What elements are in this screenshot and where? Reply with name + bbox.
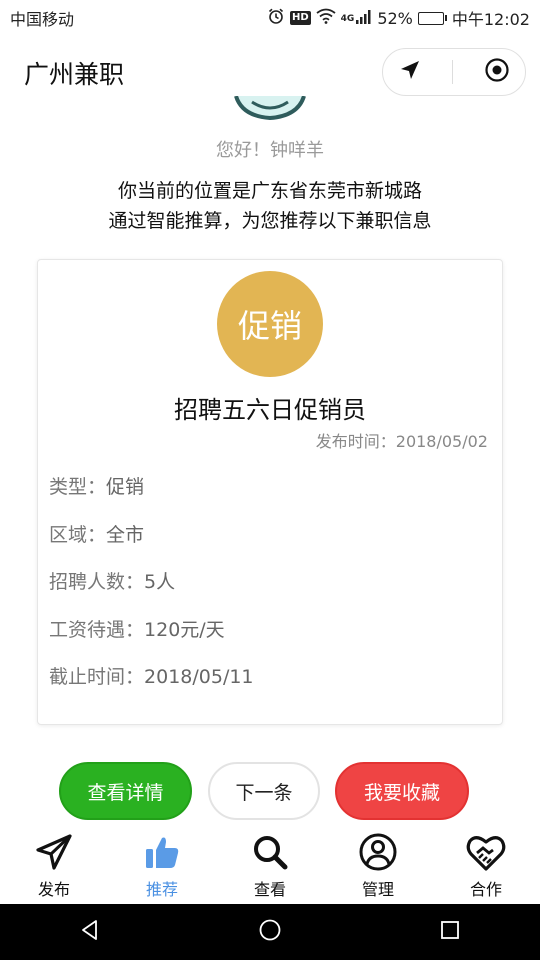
category-badge: 促销 (217, 271, 323, 377)
network-type: 4G (340, 14, 355, 24)
search-icon (248, 830, 292, 874)
system-nav-bar (0, 904, 540, 960)
field-value: 全市 (106, 524, 145, 546)
field-label: 截止时间： (49, 666, 145, 688)
wifi-icon (316, 8, 336, 28)
field-label: 工资待遇： (49, 619, 145, 641)
field-area: 区域：全市 (49, 520, 144, 547)
publish-time: 发布时间：2018/05/02 (315, 432, 488, 451)
field-value: 2018/05/11 (144, 666, 254, 688)
field-label: 招聘人数： (49, 571, 145, 593)
status-left: 中国移动 (10, 6, 74, 30)
job-card[interactable]: 促销 招聘五六日促销员 发布时间：2018/05/02 类型：促销 区域：全市 … (37, 259, 503, 725)
next-button[interactable]: 下一条 (208, 762, 320, 820)
location-arrow-icon[interactable] (398, 58, 422, 86)
hd-badge: HD (289, 11, 311, 25)
tab-label: 发布 (37, 880, 70, 899)
signal-icon (356, 9, 372, 28)
user-circle-icon (356, 830, 400, 874)
field-value: 120元/天 (144, 619, 225, 641)
capsule-divider (452, 60, 454, 84)
field-deadline: 截止时间：2018/05/11 (49, 662, 254, 689)
alarm-icon (267, 7, 285, 29)
battery-percent: 52% (377, 8, 413, 28)
field-label: 区域： (49, 524, 107, 546)
home-icon[interactable] (258, 918, 282, 946)
field-value: 5人 (144, 571, 176, 593)
avatar (232, 96, 308, 124)
location-message: 你当前的位置是广东省东莞市新城路 通过智能推算，为您推荐以下兼职信息 (0, 176, 540, 236)
carrier-name: 中国移动 (10, 10, 75, 29)
job-title: 招聘五六日促销员 (174, 396, 366, 424)
location-line-2: 通过智能推算，为您推荐以下兼职信息 (108, 210, 432, 232)
favorite-button[interactable]: 我要收藏 (335, 762, 469, 820)
tab-label: 合作 (469, 880, 502, 899)
field-salary: 工资待遇：120元/天 (49, 615, 225, 642)
handshake-icon (464, 830, 508, 874)
page-title: 广州兼职 (24, 60, 125, 89)
tab-label: 管理 (361, 880, 394, 899)
tab-manage[interactable]: 管理 (324, 826, 432, 904)
field-headcount: 招聘人数：5人 (49, 567, 175, 594)
tab-publish[interactable]: 发布 (0, 826, 108, 904)
tab-cooperate[interactable]: 合作 (432, 826, 540, 904)
tab-bar: 发布 推荐 查看 管理 合作 (0, 826, 540, 904)
clock-time: 中午12:02 (451, 10, 530, 29)
tab-view[interactable]: 查看 (216, 826, 324, 904)
miniprogram-capsule (382, 48, 526, 96)
close-target-icon[interactable] (484, 57, 510, 87)
view-detail-button[interactable]: 查看详情 (59, 762, 192, 820)
greeting-text: 您好！钟咩羊 (216, 140, 324, 161)
recents-icon[interactable] (438, 918, 462, 946)
status-right: HD 4G 52% 中午12:02 (267, 6, 530, 30)
send-icon (32, 830, 76, 874)
tab-label: 查看 (253, 880, 286, 899)
thumbs-up-icon (140, 830, 184, 874)
field-value: 促销 (106, 476, 145, 498)
field-label: 类型： (49, 476, 107, 498)
battery-icon (417, 11, 447, 25)
tab-label: 推荐 (145, 880, 178, 899)
field-type: 类型：促销 (49, 472, 144, 499)
tab-recommend[interactable]: 推荐 (108, 826, 216, 904)
status-bar: 中国移动 HD 4G 52% 中午12:02 (0, 0, 540, 36)
location-line-1: 你当前的位置是广东省东莞市新城路 (117, 180, 422, 202)
back-icon[interactable] (78, 918, 102, 946)
